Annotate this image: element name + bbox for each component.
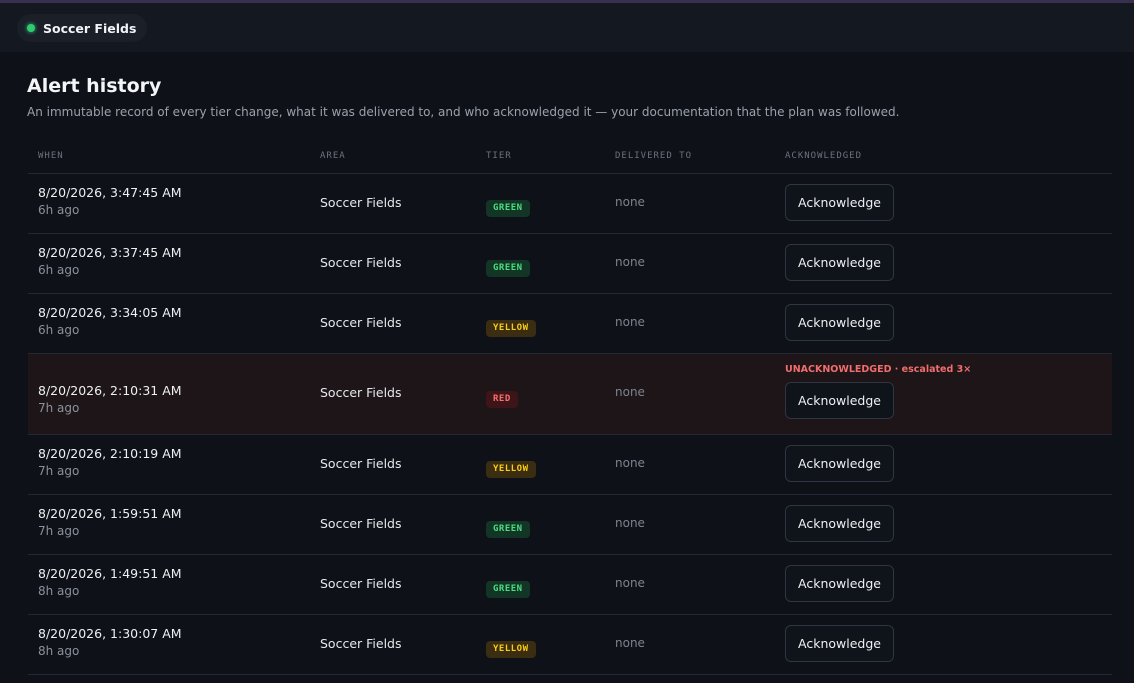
top-bar: Soccer Fields bbox=[0, 3, 1134, 52]
acknowledged-cell: Acknowledge bbox=[785, 184, 894, 221]
delivered-to-cell: none bbox=[615, 456, 645, 470]
area-cell: Soccer Fields bbox=[320, 385, 402, 400]
tier-badge: YELLOW bbox=[486, 320, 536, 337]
escalation-warning: UNACKNOWLEDGED · escalated 3× bbox=[785, 364, 972, 375]
tier-badge: GREEN bbox=[486, 581, 530, 598]
tier-badge: GREEN bbox=[486, 200, 530, 217]
delivered-to-cell: none bbox=[615, 576, 645, 590]
acknowledged-cell: Acknowledge bbox=[785, 505, 894, 542]
table-body: 8/20/2026, 3:47:45 AM 6h ago Soccer Fiel… bbox=[28, 174, 1112, 675]
tier-cell: YELLOW bbox=[486, 315, 536, 337]
area-cell: Soccer Fields bbox=[320, 516, 402, 531]
area-cell: Soccer Fields bbox=[320, 576, 402, 591]
area-selector-pill[interactable]: Soccer Fields bbox=[17, 14, 148, 42]
acknowledge-button[interactable]: Acknowledge bbox=[785, 382, 894, 419]
alert-relative-time: 8h ago bbox=[38, 644, 80, 658]
acknowledged-cell: Acknowledge bbox=[785, 445, 894, 482]
alert-timestamp: 8/20/2026, 2:10:19 AM bbox=[38, 446, 182, 461]
delivered-to-cell: none bbox=[615, 255, 645, 269]
alert-timestamp: 8/20/2026, 1:30:07 AM bbox=[38, 626, 182, 641]
alert-relative-time: 6h ago bbox=[38, 263, 80, 277]
alert-relative-time: 6h ago bbox=[38, 323, 80, 337]
delivered-to-cell: none bbox=[615, 315, 645, 329]
table-row: 8/20/2026, 3:37:45 AM 6h ago Soccer Fiel… bbox=[28, 234, 1112, 294]
column-header-tier: TIER bbox=[486, 151, 512, 161]
table-row: 8/20/2026, 1:30:07 AM 8h ago Soccer Fiel… bbox=[28, 615, 1112, 675]
tier-cell: GREEN bbox=[486, 195, 530, 217]
delivered-to-cell: none bbox=[615, 636, 645, 650]
acknowledged-cell: Acknowledge bbox=[785, 625, 894, 662]
tier-cell: YELLOW bbox=[486, 636, 536, 658]
alert-relative-time: 7h ago bbox=[38, 401, 80, 415]
acknowledge-button[interactable]: Acknowledge bbox=[785, 445, 894, 482]
table-row: 8/20/2026, 2:10:31 AM 7h ago Soccer Fiel… bbox=[28, 354, 1112, 435]
column-header-area: AREA bbox=[320, 151, 346, 161]
delivered-to-cell: none bbox=[615, 385, 645, 399]
when-cell: 8/20/2026, 3:34:05 AM 6h ago bbox=[38, 305, 182, 337]
column-header-acknowledged: ACKNOWLEDGED bbox=[785, 151, 863, 161]
status-dot-icon bbox=[27, 24, 35, 32]
tier-cell: RED bbox=[486, 386, 518, 408]
area-cell: Soccer Fields bbox=[320, 195, 402, 210]
area-cell: Soccer Fields bbox=[320, 636, 402, 651]
table-row: 8/20/2026, 1:49:51 AM 8h ago Soccer Fiel… bbox=[28, 555, 1112, 615]
area-cell: Soccer Fields bbox=[320, 315, 402, 330]
acknowledge-button[interactable]: Acknowledge bbox=[785, 304, 894, 341]
page-title: Alert history bbox=[27, 75, 162, 97]
column-header-delivered-to: DELIVERED TO bbox=[615, 151, 693, 161]
column-header-when: WHEN bbox=[38, 151, 64, 161]
alert-relative-time: 7h ago bbox=[38, 464, 80, 478]
table-row: 8/20/2026, 2:10:19 AM 7h ago Soccer Fiel… bbox=[28, 435, 1112, 495]
acknowledge-button[interactable]: Acknowledge bbox=[785, 625, 894, 662]
when-cell: 8/20/2026, 1:49:51 AM 8h ago bbox=[38, 566, 182, 598]
page-subtitle: An immutable record of every tier change… bbox=[27, 105, 900, 119]
tier-badge: YELLOW bbox=[486, 461, 536, 478]
table-row: 8/20/2026, 1:59:51 AM 7h ago Soccer Fiel… bbox=[28, 495, 1112, 555]
when-cell: 8/20/2026, 3:37:45 AM 6h ago bbox=[38, 245, 182, 277]
alert-history-table: WHEN AREA TIER DELIVERED TO ACKNOWLEDGED… bbox=[28, 142, 1112, 675]
tier-cell: YELLOW bbox=[486, 456, 536, 478]
table-header: WHEN AREA TIER DELIVERED TO ACKNOWLEDGED bbox=[28, 142, 1112, 174]
acknowledged-cell: Acknowledge bbox=[785, 304, 894, 341]
tier-badge: YELLOW bbox=[486, 641, 536, 658]
alert-relative-time: 7h ago bbox=[38, 524, 80, 538]
acknowledged-cell: UNACKNOWLEDGED · escalated 3× Acknowledge bbox=[785, 364, 971, 419]
alert-timestamp: 8/20/2026, 3:34:05 AM bbox=[38, 305, 182, 320]
table-row: 8/20/2026, 3:34:05 AM 6h ago Soccer Fiel… bbox=[28, 294, 1112, 354]
tier-cell: GREEN bbox=[486, 255, 530, 277]
acknowledged-cell: Acknowledge bbox=[785, 244, 894, 281]
table-row: 8/20/2026, 3:47:45 AM 6h ago Soccer Fiel… bbox=[28, 174, 1112, 234]
alert-relative-time: 6h ago bbox=[38, 203, 80, 217]
acknowledge-button[interactable]: Acknowledge bbox=[785, 184, 894, 221]
when-cell: 8/20/2026, 2:10:31 AM 7h ago bbox=[38, 383, 182, 415]
tier-cell: GREEN bbox=[486, 516, 530, 538]
when-cell: 8/20/2026, 2:10:19 AM 7h ago bbox=[38, 446, 182, 478]
when-cell: 8/20/2026, 1:59:51 AM 7h ago bbox=[38, 506, 182, 538]
area-cell: Soccer Fields bbox=[320, 255, 402, 270]
tier-badge: RED bbox=[486, 391, 518, 408]
delivered-to-cell: none bbox=[615, 516, 645, 530]
delivered-to-cell: none bbox=[615, 195, 645, 209]
acknowledge-button[interactable]: Acknowledge bbox=[785, 244, 894, 281]
acknowledge-button[interactable]: Acknowledge bbox=[785, 565, 894, 602]
tier-badge: GREEN bbox=[486, 521, 530, 538]
area-cell: Soccer Fields bbox=[320, 456, 402, 471]
when-cell: 8/20/2026, 1:30:07 AM 8h ago bbox=[38, 626, 182, 658]
alert-timestamp: 8/20/2026, 3:37:45 AM bbox=[38, 245, 182, 260]
alert-timestamp: 8/20/2026, 2:10:31 AM bbox=[38, 383, 182, 398]
when-cell: 8/20/2026, 3:47:45 AM 6h ago bbox=[38, 185, 182, 217]
alert-timestamp: 8/20/2026, 1:59:51 AM bbox=[38, 506, 182, 521]
alert-timestamp: 8/20/2026, 1:49:51 AM bbox=[38, 566, 182, 581]
acknowledge-button[interactable]: Acknowledge bbox=[785, 505, 894, 542]
alert-relative-time: 8h ago bbox=[38, 584, 80, 598]
tier-cell: GREEN bbox=[486, 576, 530, 598]
tier-badge: GREEN bbox=[486, 260, 530, 277]
area-name: Soccer Fields bbox=[43, 20, 137, 36]
alert-timestamp: 8/20/2026, 3:47:45 AM bbox=[38, 185, 182, 200]
acknowledged-cell: Acknowledge bbox=[785, 565, 894, 602]
